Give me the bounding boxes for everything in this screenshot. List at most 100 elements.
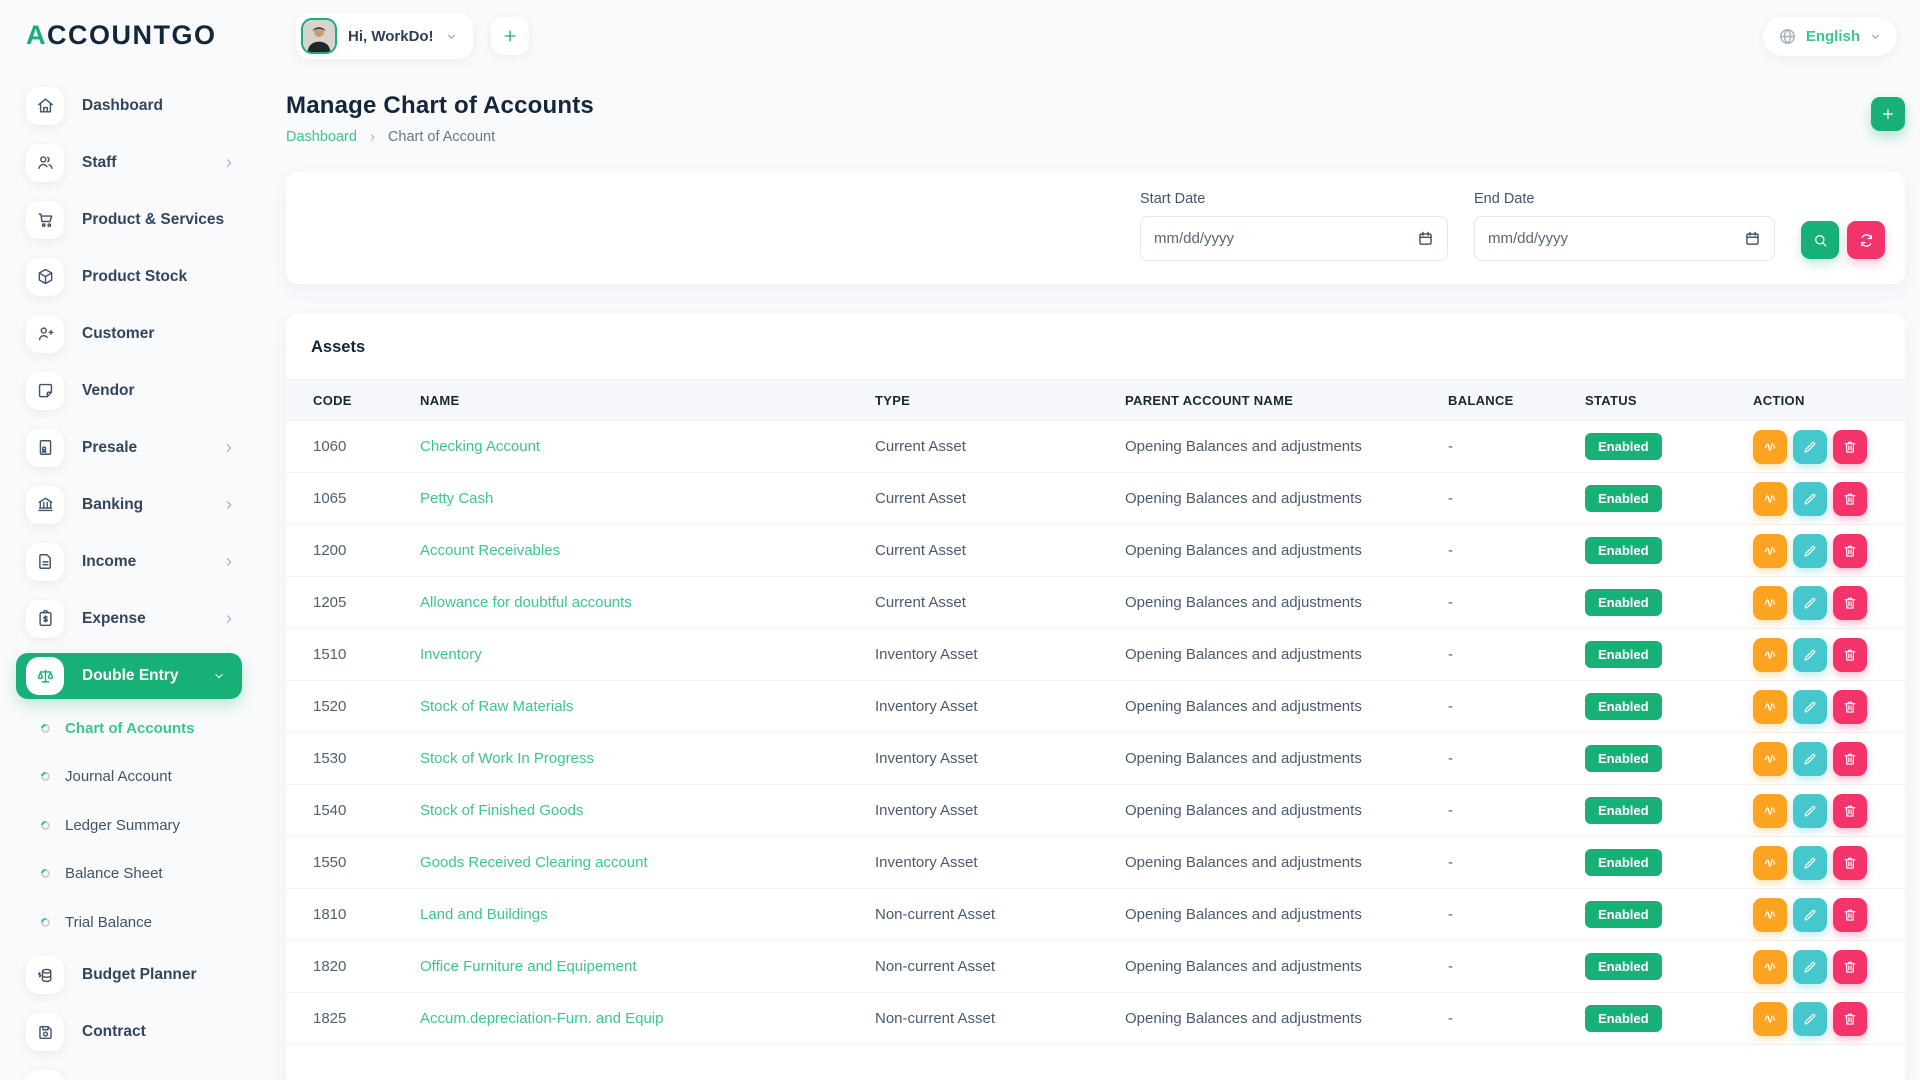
cell-parent: Opening Balances and adjustments (1125, 490, 1362, 507)
delete-button[interactable] (1833, 1001, 1867, 1036)
transactions-button[interactable] (1753, 793, 1787, 828)
delete-button[interactable] (1833, 429, 1867, 464)
table-row: 1065 Petty Cash Current Asset Opening Balan… (286, 473, 1905, 525)
transactions-button[interactable] (1753, 585, 1787, 620)
sidebar-subitem-trial-balance[interactable]: Trial Balance (26, 898, 252, 947)
wave-icon (1762, 439, 1778, 455)
account-name-link[interactable]: Goods Received Clearing account (420, 854, 648, 871)
sidebar-item-staff[interactable]: Staff (26, 134, 252, 191)
transactions-button[interactable] (1753, 949, 1787, 984)
language-selector[interactable]: English (1762, 16, 1897, 56)
cell-parent: Opening Balances and adjustments (1125, 802, 1362, 819)
edit-button[interactable] (1793, 845, 1827, 880)
account-name-link[interactable]: Stock of Work In Progress (420, 750, 594, 767)
sidebar-item-product-stock[interactable]: Product Stock (26, 248, 252, 305)
sidebar-item-product-services[interactable]: Product & Services (26, 191, 252, 248)
user-menu[interactable]: Hi, WorkDo! (296, 13, 473, 59)
cell-balance: - (1448, 1010, 1453, 1027)
delete-button[interactable] (1833, 689, 1867, 724)
transactions-button[interactable] (1753, 897, 1787, 932)
account-name-link[interactable]: Allowance for doubtful accounts (420, 594, 632, 611)
section-title: Assets (311, 338, 366, 356)
edit-button[interactable] (1793, 793, 1827, 828)
sidebar-subitem-ledger-summary[interactable]: Ledger Summary (26, 801, 252, 850)
account-name-link[interactable]: Inventory (420, 646, 482, 663)
add-account-type-button[interactable] (1871, 97, 1905, 131)
sidebar-subitem-chart-of-accounts[interactable]: Chart of Accounts (26, 704, 252, 753)
sidebar-item-contract[interactable]: Contract (26, 1004, 252, 1061)
delete-button[interactable] (1833, 533, 1867, 568)
search-button[interactable] (1801, 221, 1839, 259)
edit-button[interactable] (1793, 481, 1827, 516)
trash-icon (1842, 907, 1858, 923)
delete-button[interactable] (1833, 793, 1867, 828)
sidebar-item-goal[interactable]: Goal (26, 1061, 252, 1080)
delete-button[interactable] (1833, 741, 1867, 776)
transactions-button[interactable] (1753, 741, 1787, 776)
sidebar-item-vendor[interactable]: Vendor (26, 362, 252, 419)
breadcrumb-dashboard-link[interactable]: Dashboard (286, 129, 357, 145)
edit-button[interactable] (1793, 429, 1827, 464)
sidebar-item-dashboard[interactable]: Dashboard (26, 77, 252, 134)
table-row: 1550 Goods Received Clearing account Inven… (286, 837, 1905, 889)
sidebar-item-income[interactable]: Income (26, 533, 252, 590)
sidebar-item-budget-planner[interactable]: Budget Planner (26, 947, 252, 1004)
transactions-button[interactable] (1753, 429, 1787, 464)
edit-button[interactable] (1793, 949, 1827, 984)
table-row: 1510 Inventory Inventory Asset Opening Bala… (286, 629, 1905, 681)
edit-button[interactable] (1793, 1001, 1827, 1036)
account-name-link[interactable]: Land and Buildings (420, 906, 548, 923)
account-name-link[interactable]: Stock of Finished Goods (420, 802, 583, 819)
delete-button[interactable] (1833, 585, 1867, 620)
delete-button[interactable] (1833, 949, 1867, 984)
cell-balance: - (1448, 906, 1453, 923)
column-header-code: CODE (313, 392, 352, 408)
transactions-button[interactable] (1753, 845, 1787, 880)
delete-button[interactable] (1833, 637, 1867, 672)
edit-button[interactable] (1793, 897, 1827, 932)
sidebar-item-presale[interactable]: Presale (26, 419, 252, 476)
end-date-field: End Date mm/dd/yyyy (1474, 191, 1775, 261)
quick-add-button[interactable] (490, 17, 529, 55)
account-name-link[interactable]: Accum.depreciation-Furn. and Equip (420, 1010, 663, 1027)
cell-parent: Opening Balances and adjustments (1125, 542, 1362, 559)
table-row: 1540 Stock of Finished Goods Inventory Ass… (286, 785, 1905, 837)
edit-button[interactable] (1793, 585, 1827, 620)
delete-button[interactable] (1833, 897, 1867, 932)
calendar-icon[interactable] (1744, 230, 1761, 247)
sidebar-item-double-entry[interactable]: Double Entry (16, 653, 242, 699)
table-body: 1060 Checking Account Current Asset Opening… (286, 421, 1905, 1045)
start-date-input[interactable]: mm/dd/yyyy (1140, 216, 1448, 261)
edit-button[interactable] (1793, 637, 1827, 672)
delete-button[interactable] (1833, 481, 1867, 516)
cell-balance: - (1448, 750, 1453, 767)
transactions-button[interactable] (1753, 637, 1787, 672)
edit-button[interactable] (1793, 689, 1827, 724)
delete-button[interactable] (1833, 845, 1867, 880)
reset-button[interactable] (1847, 221, 1885, 259)
account-name-link[interactable]: Account Receivables (420, 542, 560, 559)
cell-actions (1753, 741, 1905, 776)
sidebar-subitem-balance-sheet[interactable]: Balance Sheet (26, 850, 252, 899)
brand-logo[interactable]: ACCOUNTGO (26, 20, 252, 51)
transactions-button[interactable] (1753, 689, 1787, 724)
sidebar-item-customer[interactable]: Customer (26, 305, 252, 362)
account-name-link[interactable]: Petty Cash (420, 490, 493, 507)
account-name-link[interactable]: Stock of Raw Materials (420, 698, 573, 715)
edit-button[interactable] (1793, 533, 1827, 568)
cell-actions (1753, 845, 1905, 880)
transactions-button[interactable] (1753, 1001, 1787, 1036)
cell-type: Inventory Asset (875, 646, 978, 663)
chevron-right-icon (222, 156, 236, 170)
sidebar-item-expense[interactable]: Expense (26, 590, 252, 647)
sidebar-item-banking[interactable]: Banking (26, 476, 252, 533)
sidebar-submenu: Chart of Accounts Journal Account Ledger S… (26, 704, 252, 947)
sidebar-subitem-journal-account[interactable]: Journal Account (26, 753, 252, 802)
account-name-link[interactable]: Checking Account (420, 438, 540, 455)
edit-button[interactable] (1793, 741, 1827, 776)
end-date-input[interactable]: mm/dd/yyyy (1474, 216, 1775, 261)
account-name-link[interactable]: Office Furniture and Equipement (420, 958, 637, 975)
transactions-button[interactable] (1753, 533, 1787, 568)
transactions-button[interactable] (1753, 481, 1787, 516)
calendar-icon[interactable] (1417, 230, 1434, 247)
